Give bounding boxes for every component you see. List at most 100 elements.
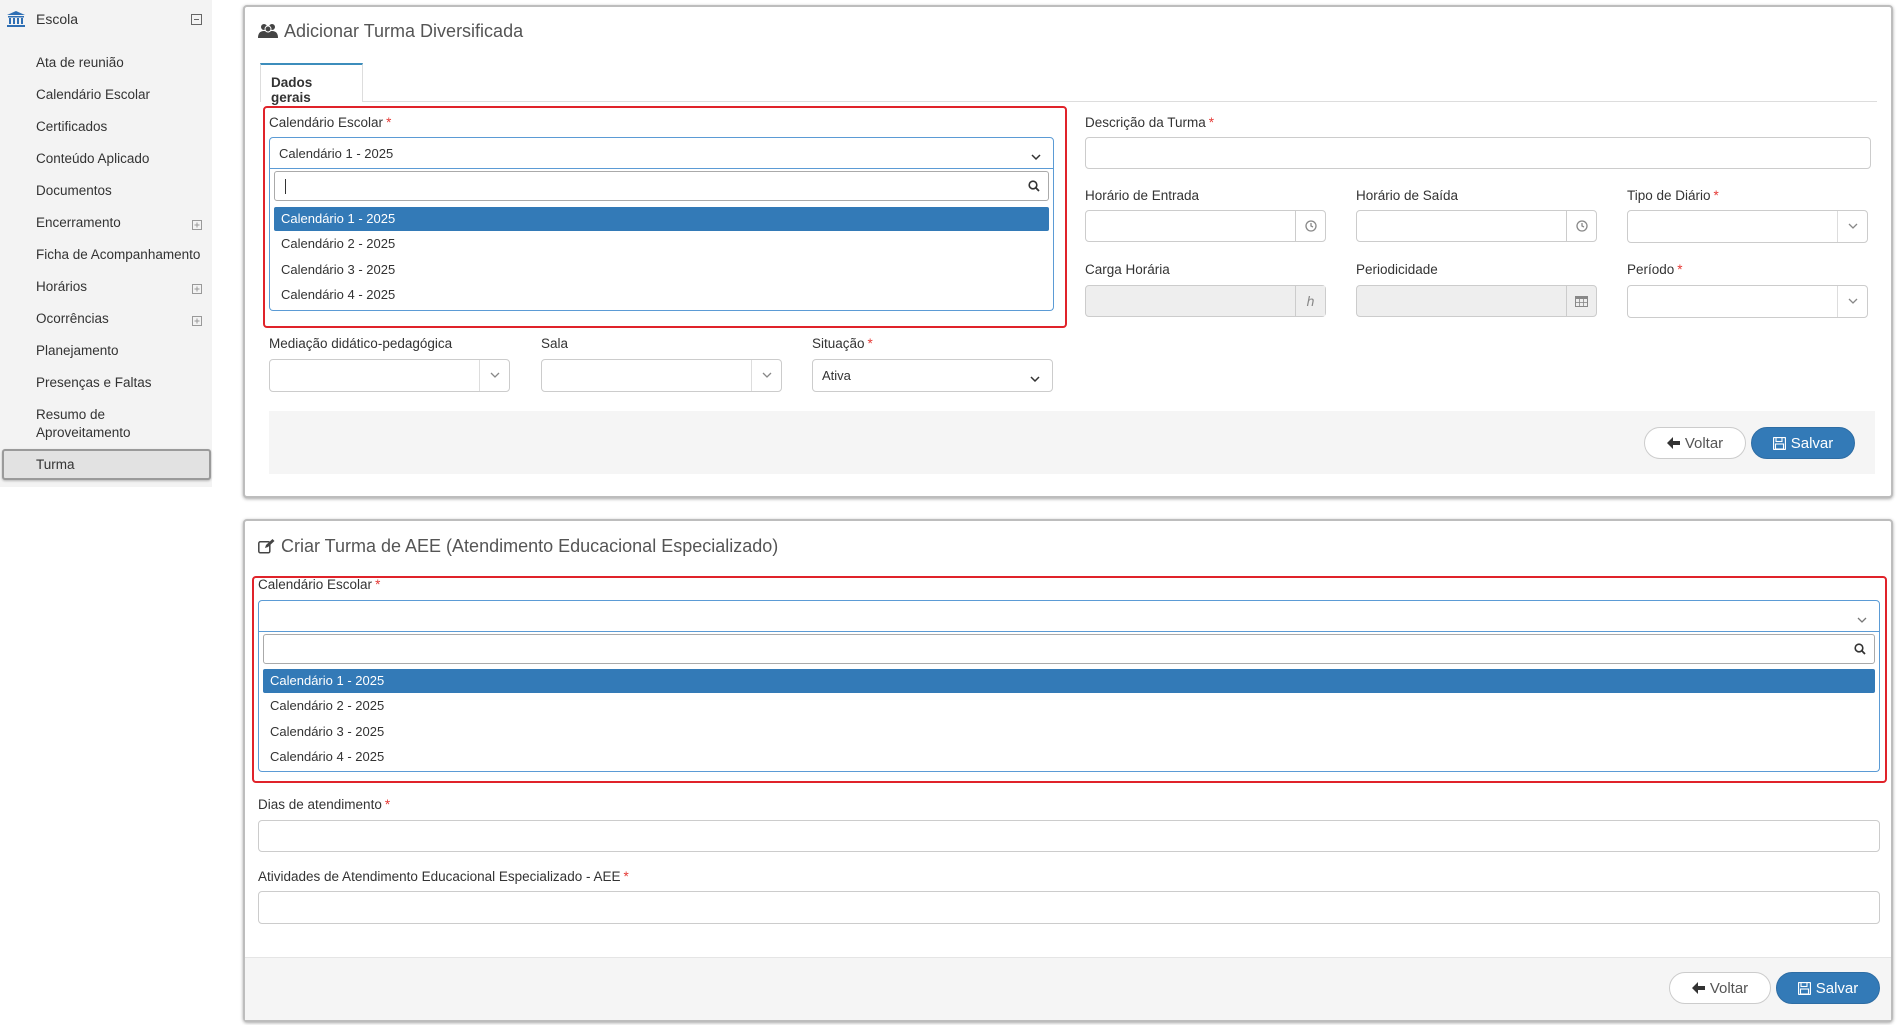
chevron-down-icon — [479, 360, 509, 391]
sidebar-item-conteudo-aplicado[interactable]: Conteúdo Aplicado — [36, 150, 206, 168]
horario-entrada-label: Horário de Entrada — [1085, 188, 1200, 203]
users-icon — [258, 23, 278, 44]
expand-plus-icon[interactable] — [192, 218, 202, 233]
sidebar-item-ficha-de-acompanhamento[interactable]: Ficha de Acompanhamento — [36, 246, 206, 264]
form-footer — [245, 957, 1891, 1020]
dropdown-option[interactable]: Calendário 4 - 2025 — [274, 283, 1049, 307]
calendario-escolar-dropdown: Calendário 1 - 2025 Calendário 2 - 2025 … — [269, 169, 1054, 311]
horario-saida-label: Horário de Saída — [1356, 188, 1459, 203]
sidebar-header[interactable]: Escola — [0, 0, 212, 40]
bank-icon — [6, 10, 26, 31]
salvar-label: Salvar — [1790, 434, 1834, 452]
chevron-down-icon — [1837, 211, 1867, 242]
salvar-button[interactable]: Salvar — [1776, 972, 1880, 1004]
tipo-diario-select[interactable] — [1627, 210, 1868, 243]
hours-addon: h — [1295, 286, 1325, 316]
descricao-turma-label: Descrição da Turma * — [1085, 115, 1215, 130]
sidebar-item-turma[interactable]: Turma — [2, 449, 211, 480]
dropdown-search-input[interactable] — [263, 634, 1875, 664]
periodo-label: Período * — [1627, 262, 1683, 277]
edit-icon — [258, 538, 275, 559]
salvar-button[interactable]: Salvar — [1751, 427, 1855, 459]
panel-title-text: Criar Turma de AEE (Atendimento Educacio… — [281, 536, 779, 556]
sidebar-item-calendario-escolar[interactable]: Calendário Escolar — [36, 86, 206, 104]
calendario-escolar-dropdown: Calendário 1 - 2025 Calendário 2 - 2025 … — [258, 632, 1880, 772]
panel-title: Criar Turma de AEE (Atendimento Educacio… — [258, 536, 778, 559]
dropdown-option[interactable]: Calendário 4 - 2025 — [263, 745, 1875, 769]
calendario-escolar-select[interactable]: Calendário 1 - 2025 — [269, 137, 1054, 169]
dias-atendimento-input[interactable] — [258, 820, 1880, 852]
atividades-aee-label: Atividades de Atendimento Educacional Es… — [258, 869, 629, 884]
sidebar-item-presencas-e-faltas[interactable]: Presenças e Faltas — [36, 374, 206, 392]
atividades-aee-input[interactable] — [258, 891, 1880, 924]
voltar-button[interactable]: Voltar — [1669, 972, 1771, 1004]
sidebar-header-label: Escola — [36, 11, 79, 27]
collapse-minus-icon[interactable] — [191, 13, 202, 28]
sidebar-item-ata-de-reuniao[interactable]: Ata de reunião — [36, 54, 206, 72]
horario-entrada-input[interactable] — [1085, 210, 1326, 242]
form-footer — [269, 411, 1875, 474]
dias-atendimento-label: Dias de atendimento * — [258, 797, 391, 812]
sidebar: Escola Ata de reunião Calendário Escolar… — [0, 0, 212, 487]
clock-icon[interactable] — [1295, 211, 1325, 241]
arrow-left-icon — [1691, 982, 1705, 994]
text-cursor — [285, 179, 286, 194]
chevron-down-icon — [1031, 149, 1041, 164]
sidebar-item-certificados[interactable]: Certificados — [36, 118, 206, 136]
search-icon — [1854, 643, 1866, 658]
salvar-label: Salvar — [1815, 979, 1859, 997]
chevron-down-icon — [1857, 612, 1867, 627]
voltar-label: Voltar — [1709, 979, 1749, 997]
sidebar-item-label: Turma — [36, 457, 75, 472]
situacao-value: Ativa — [822, 368, 851, 383]
mediacao-label: Mediação didático-pedagógica — [269, 336, 453, 351]
save-icon — [1772, 436, 1786, 450]
horario-saida-input[interactable] — [1356, 210, 1597, 242]
chevron-down-icon — [1030, 371, 1040, 386]
mediacao-select[interactable] — [269, 359, 510, 392]
dropdown-option[interactable]: Calendário 3 - 2025 — [263, 720, 1875, 744]
dropdown-option[interactable]: Calendário 3 - 2025 — [274, 258, 1049, 282]
situacao-select[interactable]: Ativa — [812, 359, 1053, 392]
sala-label: Sala — [541, 336, 569, 351]
tabs-divider — [260, 101, 1877, 102]
expand-plus-icon[interactable] — [192, 314, 202, 329]
arrow-left-icon — [1666, 437, 1680, 449]
calendario-escolar-select[interactable] — [258, 600, 1880, 632]
dropdown-option[interactable]: Calendário 1 - 2025 — [263, 669, 1875, 693]
sidebar-item-ocorrencias[interactable]: Ocorrências — [36, 310, 206, 328]
calendario-escolar-value: Calendário 1 - 2025 — [279, 146, 394, 161]
dropdown-option[interactable]: Calendário 1 - 2025 — [274, 207, 1049, 231]
panel-adicionar-turma-diversificada: Adicionar Turma Diversificada Dados gera… — [243, 5, 1893, 498]
sidebar-item-horarios[interactable]: Horários — [36, 278, 206, 296]
periodicidade-label: Periodicidade — [1356, 262, 1438, 277]
tab-dados-gerais[interactable]: Dados gerais — [260, 63, 363, 105]
periodicidade-input[interactable] — [1356, 285, 1597, 317]
calendario-escolar-label: Calendário Escolar * — [258, 577, 381, 592]
panel-title: Adicionar Turma Diversificada — [258, 21, 523, 44]
sidebar-item-encerramento[interactable]: Encerramento — [36, 214, 206, 232]
periodo-select[interactable] — [1627, 285, 1868, 318]
descricao-turma-input[interactable] — [1085, 137, 1871, 169]
dropdown-search-input[interactable] — [274, 171, 1049, 201]
panel-title-text: Adicionar Turma Diversificada — [284, 21, 524, 41]
search-icon — [1028, 180, 1040, 195]
clock-icon[interactable] — [1566, 211, 1596, 241]
chevron-down-icon — [751, 360, 781, 391]
voltar-label: Voltar — [1684, 434, 1724, 452]
dropdown-option[interactable]: Calendário 2 - 2025 — [274, 232, 1049, 256]
sidebar-item-documentos[interactable]: Documentos — [36, 182, 206, 200]
sidebar-item-resumo-de-aproveitamento[interactable]: Resumo de Aproveitamento — [36, 406, 156, 442]
dropdown-option[interactable]: Calendário 2 - 2025 — [263, 694, 1875, 718]
expand-plus-icon[interactable] — [192, 282, 202, 297]
calendario-escolar-label: Calendário Escolar * — [269, 115, 392, 130]
sala-select[interactable] — [541, 359, 782, 392]
situacao-label: Situação * — [812, 336, 873, 351]
carga-horaria-input[interactable]: h — [1085, 285, 1326, 317]
panel-criar-turma-aee: Criar Turma de AEE (Atendimento Educacio… — [243, 519, 1893, 1022]
save-icon — [1797, 981, 1811, 995]
calendar-icon[interactable] — [1566, 286, 1596, 316]
carga-horaria-label: Carga Horária — [1085, 262, 1170, 277]
sidebar-item-planejamento[interactable]: Planejamento — [36, 342, 206, 360]
voltar-button[interactable]: Voltar — [1644, 427, 1746, 459]
